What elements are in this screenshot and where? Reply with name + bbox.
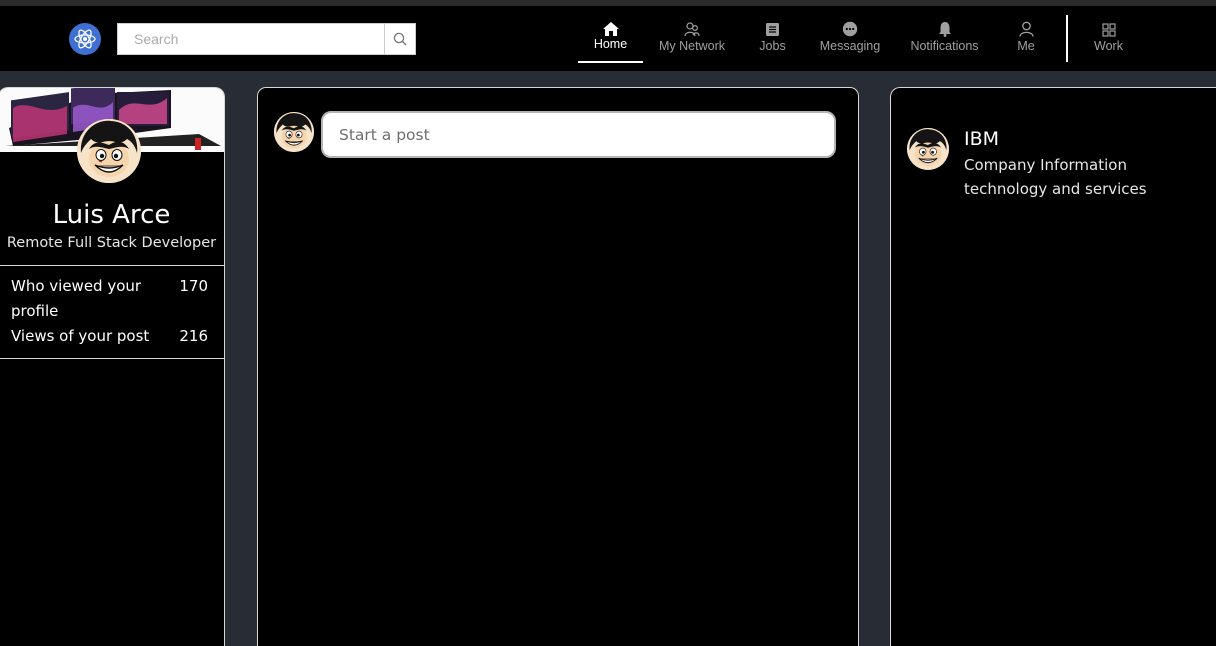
nav-divider — [1066, 15, 1068, 62]
top-navbar: Home My Network Jobs — [0, 6, 1216, 71]
profile-name[interactable]: Luis Arce — [0, 200, 224, 230]
search-box — [117, 23, 416, 55]
nav-home-label: Home — [593, 37, 628, 51]
stats-divider — [0, 358, 224, 359]
nav-me[interactable]: Me — [1011, 6, 1041, 63]
stat-profile-views-value: 170 — [179, 277, 208, 295]
start-post-placeholder: Start a post — [339, 125, 430, 144]
search-button[interactable] — [384, 24, 415, 54]
start-post-input[interactable]: Start a post — [321, 111, 836, 158]
nav-notifications[interactable]: Notifications — [908, 6, 981, 63]
nav-home[interactable]: Home — [578, 6, 643, 63]
feed-card: Start a post — [257, 87, 859, 646]
stat-post-views-label[interactable]: Views of your post — [11, 324, 161, 349]
company-name[interactable]: IBM — [964, 128, 999, 150]
nav-jobs[interactable]: Jobs — [752, 6, 793, 63]
search-icon — [393, 32, 407, 46]
nav-my-network[interactable]: My Network — [655, 6, 729, 63]
bell-icon — [938, 22, 951, 37]
home-icon — [602, 22, 619, 36]
grid-icon — [1101, 23, 1116, 37]
company-card: IBM Company Information technology and s… — [890, 87, 1216, 646]
stat-profile-views-label[interactable]: Who viewed your profile — [11, 274, 161, 324]
nav-me-label: Me — [1017, 39, 1035, 53]
company-avatar — [907, 128, 949, 170]
user-icon — [1018, 21, 1034, 37]
nav-my-network-label: My Network — [659, 39, 725, 53]
profile-headline: Remote Full Stack Developer — [6, 235, 217, 251]
messaging-icon — [842, 21, 858, 37]
search-input[interactable] — [118, 24, 385, 54]
post-avatar — [274, 112, 314, 152]
jobs-icon — [766, 23, 779, 36]
profile-avatar[interactable] — [77, 119, 141, 183]
nav-messaging[interactable]: Messaging — [818, 6, 882, 63]
profile-divider — [0, 265, 224, 266]
nav-work-label: Work — [1094, 39, 1123, 53]
nav-jobs-label: Jobs — [759, 39, 786, 53]
profile-card: Luis Arce Remote Full Stack Developer Wh… — [0, 87, 225, 646]
nav-messaging-label: Messaging — [819, 39, 881, 53]
react-logo-icon[interactable] — [69, 23, 101, 55]
network-icon — [684, 22, 700, 37]
company-description: Company Information technology and servi… — [964, 156, 1147, 198]
stat-post-views-value: 216 — [179, 327, 208, 345]
nav-work[interactable]: Work — [1090, 6, 1127, 63]
nav-notifications-label: Notifications — [910, 39, 979, 53]
